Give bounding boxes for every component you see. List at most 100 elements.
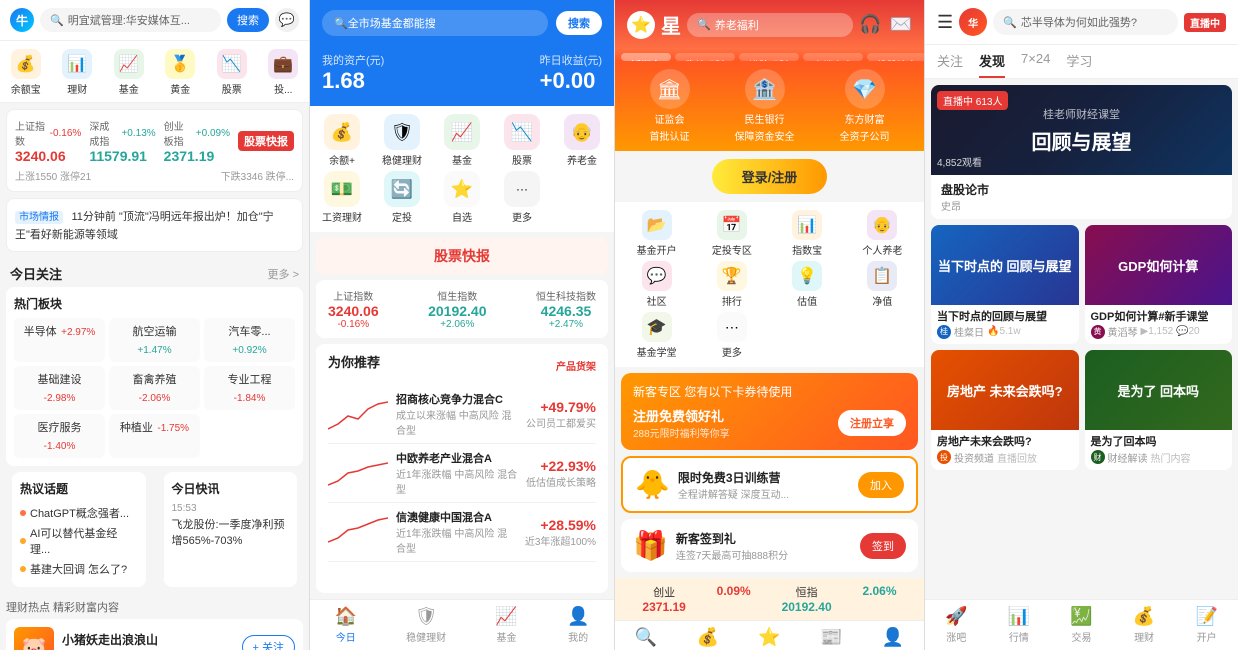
topic-item-2[interactable]: 基建大回调 怎么了?	[20, 559, 138, 579]
news-item-text[interactable]: 飞龙股份:一季度净利预增565%-703%	[172, 514, 290, 550]
panel4-search-bar[interactable]: 🔍 芯半导体为何如此强势?	[993, 9, 1178, 35]
p3-bn-discover[interactable]: 🔍 发现	[635, 627, 657, 650]
follow-button[interactable]: + 关注	[242, 635, 295, 650]
fg-pension[interactable]: 👴 个人养老	[847, 210, 918, 257]
p3-topnav-4[interactable]: 投股管家	[867, 53, 924, 61]
qnav-yuebao[interactable]: 💰 余额+	[314, 114, 370, 167]
p3-bn-finance[interactable]: 💰 理财	[696, 627, 718, 650]
video-card-0[interactable]: 当下时点的 回顾与展望 当下时点的回顾与展望 桂 桂粲日 🔥5.1w	[931, 225, 1079, 344]
p3-topnav-0[interactable]: 活期宝	[621, 53, 671, 61]
panel2-search-button[interactable]: 搜索	[556, 11, 602, 35]
fund-item-2[interactable]: 信澳健康中国混合A 近1年涨跌幅 中高风险 混合型 +28.59% 近3年涨超1…	[328, 503, 596, 562]
panel2-search-bar[interactable]: 🔍 全市场基金都能搜	[322, 10, 548, 36]
p3-topnav-2[interactable]: 进阶理财	[739, 53, 799, 61]
p3-bn-my[interactable]: 👤 我的	[882, 627, 904, 650]
tab-learn[interactable]: 学习	[1066, 51, 1092, 78]
p2-idx-chg-1: +2.06%	[428, 319, 486, 330]
fg-index[interactable]: 📊 指数宝	[772, 210, 843, 257]
p2-bn-fund[interactable]: 📈 基金	[495, 606, 517, 644]
p2-bn-steady[interactable]: 🛡 稳健理财	[406, 606, 446, 644]
index-shenzhen[interactable]: 深成成指 +0.13% 11579.91	[89, 118, 155, 164]
fg-more[interactable]: ⋯ 更多	[696, 312, 767, 359]
fg-school[interactable]: 🎓 基金学堂	[621, 312, 692, 359]
p2-idx-hengtech[interactable]: 恒生科技指数 4246.35 +2.47%	[536, 288, 596, 330]
index-chuangye[interactable]: 创业板指 +0.09% 2371.19	[164, 118, 230, 164]
block-infra[interactable]: 基础建设 -2.98%	[14, 366, 105, 410]
block-aviation[interactable]: 航空运输 +1.47%	[109, 318, 200, 362]
topic-item-1[interactable]: AI可以替代基金经理...	[20, 523, 138, 559]
register-button[interactable]: 注册立享	[838, 410, 906, 436]
p2-search-icon: 🔍	[334, 17, 348, 30]
tab-724[interactable]: 7×24	[1021, 51, 1050, 78]
menu-icon[interactable]: ☰	[937, 12, 953, 33]
panel1-search-button[interactable]: 搜索	[227, 8, 269, 32]
nav-item-yuebao[interactable]: 💰 余额宝	[11, 49, 41, 96]
panel1-message-icon[interactable]: 💬	[275, 8, 299, 32]
block-auto[interactable]: 汽车零... +0.92%	[204, 318, 295, 362]
nav-item-fund[interactable]: 📈 基金	[114, 49, 144, 96]
block-planting[interactable]: 种植业 -1.75%	[109, 414, 200, 458]
index-shangzheng[interactable]: 上证指数 -0.16% 3240.06	[15, 118, 81, 164]
qnav-fund[interactable]: 📈 基金	[434, 114, 490, 167]
envelope-icon[interactable]: ✉️	[890, 14, 912, 35]
qnav-watchlist[interactable]: ⭐ 自选	[434, 171, 490, 224]
p3-search-bar[interactable]: 🔍 养老福利	[687, 13, 853, 37]
fund-item-0[interactable]: 招商核心竞争力混合C 成立以来涨幅 中高风险 混合型 +49.79% 公司员工都…	[328, 385, 596, 444]
p2-idx-hengsheng[interactable]: 恒生指数 20192.40 +2.06%	[428, 288, 486, 330]
video-card-1[interactable]: GDP如何计算 GDP如何计算#新手课堂 黄 黄滔琴 ▶1,152 💬20	[1085, 225, 1233, 344]
fg-dingtou[interactable]: 📅 定投专区	[696, 210, 767, 257]
fg-valuation[interactable]: 💡 估值	[772, 261, 843, 308]
fg-rank[interactable]: 🏆 排行	[696, 261, 767, 308]
nav-item-gold[interactable]: 🥇 黄金	[165, 49, 195, 96]
fg-kaiku[interactable]: 📂 基金开户	[621, 210, 692, 257]
video-card-2[interactable]: 房地产 未来会跌吗? 房地产未来会跌吗? 投 投资频道 直播回放	[931, 350, 1079, 469]
login-register-button[interactable]: 登录/注册	[712, 159, 828, 194]
live-card[interactable]: 直播中 613人 桂老师财经课堂 回顾与展望 4,852观看 盘股论市 史昂	[931, 85, 1232, 219]
qnav-steady-icon: 🛡	[384, 114, 420, 150]
headphone-icon[interactable]: 🎧	[859, 14, 881, 35]
topic-item-0[interactable]: ChatGPT概念强者...	[20, 503, 138, 523]
join-training-button[interactable]: 加入	[858, 472, 904, 498]
today-news-card: 今日快讯 15:53 飞龙股份:一季度净利预增565%-703%	[164, 472, 298, 587]
p4-bn-market[interactable]: 📊 行情	[1008, 606, 1030, 644]
tab-follow[interactable]: 关注	[937, 51, 963, 78]
qnav-stocks[interactable]: 📉 股票	[494, 114, 550, 167]
p3-bn-news[interactable]: 📰 资讯	[820, 627, 842, 650]
fund-item-1[interactable]: 中欧养老产业混合A 近1年涨跌幅 中高风险 混合型 +22.93% 低估值成长策…	[328, 444, 596, 503]
fg-community[interactable]: 💬 社区	[621, 261, 692, 308]
qnav-regular[interactable]: 🔄 定投	[374, 171, 430, 224]
p2-bn-mine[interactable]: 👤 我的	[567, 606, 589, 644]
p4-bn-open[interactable]: 📝 开户	[1195, 606, 1217, 644]
p3-topnav-1[interactable]: 稳健理财	[675, 53, 735, 61]
p2-bn-today[interactable]: 🏠 今日	[335, 606, 357, 644]
index-name-sz: 上证指数	[15, 118, 46, 148]
p2-idx-shangzheng[interactable]: 上证指数 3240.06 -0.16%	[328, 288, 379, 330]
tab-discover[interactable]: 发现	[979, 51, 1005, 78]
block-engineering[interactable]: 专业工程 -1.84%	[204, 366, 295, 410]
recommend-title: 为你推荐	[328, 352, 380, 371]
p4-bn-rise[interactable]: 🚀 涨吧	[945, 606, 967, 644]
qnav-pension[interactable]: 👴 养老金	[554, 114, 610, 167]
qnav-salary[interactable]: 💵 工资理财	[314, 171, 370, 224]
p4-bn-finance2[interactable]: 💰 理财	[1133, 606, 1155, 644]
news-card[interactable]: 市场情报 11分钟前 "顶流"冯明远年报出炉！加仓"宁王"看好新能源等领域	[6, 198, 303, 252]
more-button[interactable]: 更多 >	[268, 266, 299, 282]
block-medical[interactable]: 医疗服务 -1.40%	[14, 414, 105, 458]
p3-topnav-3[interactable]: 高端享享	[803, 53, 863, 61]
video-card-3[interactable]: 是为了 回本吗 是为了回本吗 财 财经解读 热门内容	[1085, 350, 1233, 469]
kuaibao-banner[interactable]: 股票快报	[316, 238, 608, 274]
fg-nav[interactable]: 📋 净值	[847, 261, 918, 308]
qnav-steady[interactable]: 🛡 稳健理财	[374, 114, 430, 167]
block-semiconductor[interactable]: 半导体 +2.97%	[14, 318, 105, 362]
panel1-search-bar[interactable]: 🔍 明宜斌管理:华安媒体互...	[40, 8, 221, 32]
p4-bn-trade[interactable]: 💹 交易	[1070, 606, 1092, 644]
qnav-more[interactable]: ··· 更多	[494, 171, 550, 224]
nav-item-invest[interactable]: 💼 投...	[268, 49, 298, 96]
block-livestock[interactable]: 畜禽养殖 -2.06%	[109, 366, 200, 410]
signin-button[interactable]: 签到	[860, 533, 906, 559]
kuaibao-badge[interactable]: 股票快报	[238, 131, 294, 151]
p3-bn-watchlist[interactable]: ⭐ 自选	[758, 627, 780, 650]
nav-item-licai[interactable]: 📊 理财	[62, 49, 92, 96]
nav-item-stocks[interactable]: 📉 股票	[217, 49, 247, 96]
p2-idx-name-2: 恒生科技指数	[536, 288, 596, 303]
